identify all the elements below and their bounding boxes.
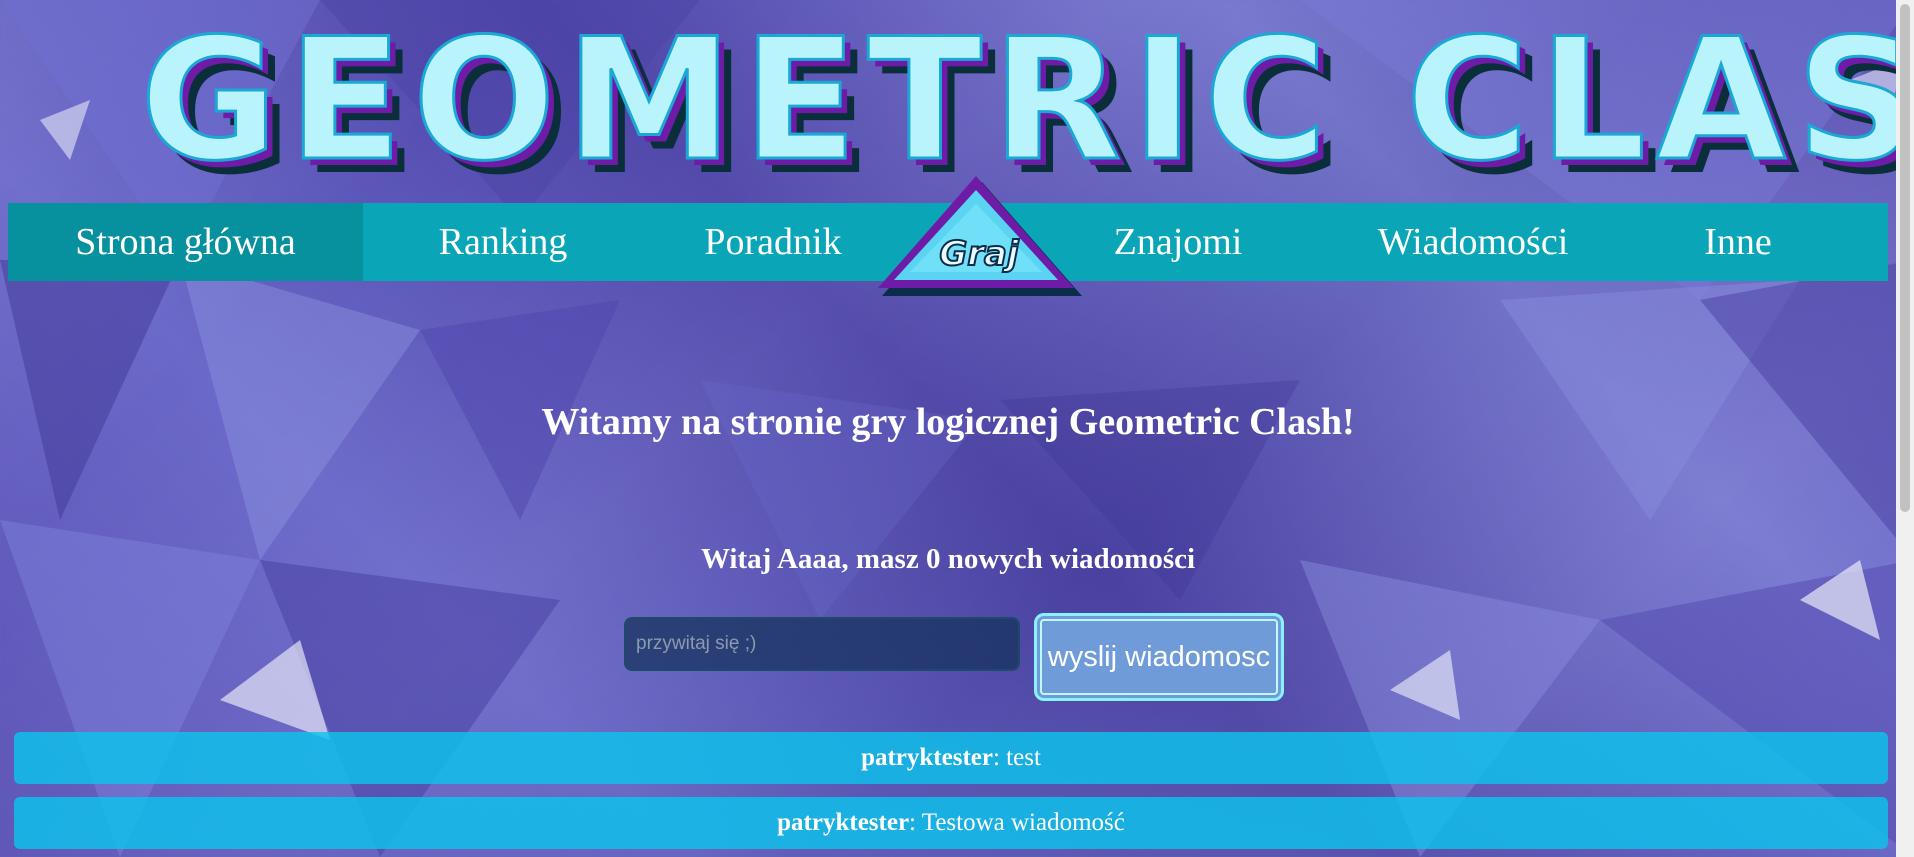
- logo-text: GEOMETRIC CLASH: [139, 2, 1914, 198]
- nav-item-messages[interactable]: Wiadomości: [1308, 203, 1638, 281]
- message-text: : Testowa wiadomość: [909, 809, 1125, 836]
- nav-item-other[interactable]: Inne: [1638, 203, 1838, 281]
- play-button[interactable]: Graj: [876, 174, 1082, 302]
- message-author: patryktester: [861, 744, 993, 771]
- nav-item-home[interactable]: Strona główna: [8, 203, 363, 281]
- welcome-heading: Witamy na stronie gry logicznej Geometri…: [541, 401, 1355, 443]
- message-list: patryktester: test patryktester: Testowa…: [14, 732, 1888, 857]
- scrollbar-thumb[interactable]: [1900, 4, 1910, 512]
- nav-item-ranking[interactable]: Ranking: [363, 203, 643, 281]
- logo: GEOMETRIC CLASH GEOMETRIC CLASH GEOMETRI…: [139, 2, 1914, 205]
- page: GEOMETRIC CLASH GEOMETRIC CLASH GEOMETRI…: [0, 0, 1914, 857]
- play-label: Graj: [938, 233, 1019, 275]
- greeting-text: Witaj Aaaa, masz 0 nowych wiadomości: [700, 543, 1196, 575]
- message-author: patryktester: [777, 809, 910, 836]
- scrollbar[interactable]: [1896, 0, 1914, 857]
- message-text: : test: [992, 744, 1041, 771]
- message-item: patryktester: test: [14, 732, 1888, 784]
- message-item: patryktester: Testowa wiadomość: [14, 797, 1888, 849]
- send-message-button[interactable]: wyslij wiadomosc: [1034, 613, 1284, 701]
- nav-item-friends[interactable]: Znajomi: [1048, 203, 1308, 281]
- message-input[interactable]: [624, 617, 1020, 671]
- nav-item-guide[interactable]: Poradnik: [643, 203, 903, 281]
